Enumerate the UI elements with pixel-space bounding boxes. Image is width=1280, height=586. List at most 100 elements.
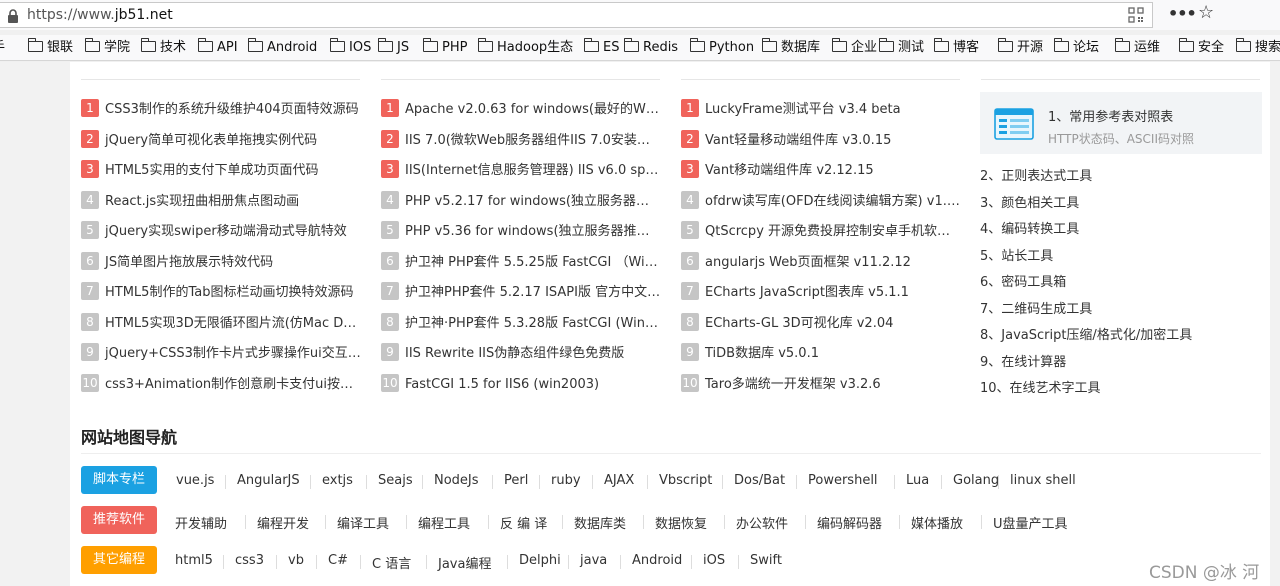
sitemap-link[interactable]: ruby: [551, 473, 581, 488]
sitemap-category-button[interactable]: 推荐软件: [81, 506, 157, 534]
tool-link[interactable]: 4、编码转换工具: [980, 218, 1079, 237]
list-item[interactable]: 10 FastCGI 1.5 for IIS6 (win2003): [381, 373, 661, 394]
tool-link[interactable]: 9、在线计算器: [980, 351, 1066, 370]
sitemap-link[interactable]: vue.js: [176, 473, 214, 488]
sitemap-link[interactable]: Swift: [750, 553, 782, 568]
sitemap-link[interactable]: Android: [632, 553, 682, 568]
sitemap-link[interactable]: NodeJs: [434, 473, 479, 488]
list-item[interactable]: 3 HTML5实用的支付下单成功页面代码: [81, 160, 361, 180]
list-item[interactable]: 2 jQuery简单可视化表单拖拽实例代码: [81, 129, 361, 150]
list-item[interactable]: 4 PHP v5.2.17 for windows(独立服务器推荐...: [381, 190, 661, 211]
sitemap-link[interactable]: 数据恢复: [655, 513, 707, 532]
tool-link[interactable]: 2、正则表达式工具: [980, 165, 1092, 184]
list-item[interactable]: 2 Vant轻量移动端组件库 v3.0.15: [681, 129, 961, 150]
sitemap-link[interactable]: Perl: [504, 473, 528, 488]
sitemap-link[interactable]: java: [580, 553, 607, 568]
tool-card-reference-tables[interactable]: 1、常用参考表对照表 HTTP状态码、ASCII码对照: [980, 92, 1262, 154]
tool-link[interactable]: 3、颜色相关工具: [980, 192, 1079, 211]
bookmark-folder[interactable]: JS: [377, 38, 409, 56]
bookmark-folder[interactable]: 企业: [831, 38, 877, 56]
list-item[interactable]: 5 QtScrcpy 开源免费投屏控制安卓手机软件 ...: [681, 221, 961, 241]
sitemap-link[interactable]: 数据库类: [574, 513, 626, 532]
list-item[interactable]: 9 TiDB数据库 v5.0.1: [681, 343, 961, 363]
bookmark-folder[interactable]: 技术: [140, 38, 186, 56]
bookmark-folder[interactable]: Python: [689, 38, 754, 56]
bookmark-folder[interactable]: 搜索: [1235, 38, 1280, 56]
sitemap-link[interactable]: 媒体播放: [911, 513, 963, 532]
sitemap-link[interactable]: extjs: [322, 473, 353, 488]
bookmark-folder[interactable]: 开源: [997, 38, 1043, 56]
sitemap-link[interactable]: Vbscript: [659, 473, 712, 488]
bookmark-folder[interactable]: 学院: [84, 38, 130, 56]
list-item[interactable]: 2 IIS 7.0(微软Web服务器组件IIS 7.0安装包)...: [381, 129, 661, 150]
sitemap-link[interactable]: Golang: [953, 473, 999, 488]
sitemap-link[interactable]: Java编程: [438, 553, 491, 572]
bookmark-folder[interactable]: Hadoop生态: [477, 38, 573, 56]
list-item[interactable]: 8 ECharts-GL 3D可视化库 v2.04: [681, 312, 961, 333]
list-item[interactable]: 1 Apache v2.0.63 for windows(最好的WEB服...: [381, 99, 661, 119]
sitemap-link[interactable]: AJAX: [604, 473, 634, 488]
list-item[interactable]: 5 jQuery实现swiper移动端滑动式导航特效: [81, 221, 361, 241]
bookmark-folder[interactable]: 博客: [933, 38, 979, 56]
list-item[interactable]: 10 css3+Animation制作创意刷卡支付ui按钮特...: [81, 373, 361, 394]
bookmark-folder[interactable]: 手: [0, 40, 5, 56]
sitemap-link[interactable]: 编码解码器: [817, 513, 882, 532]
sitemap-link[interactable]: 办公软件: [736, 513, 788, 532]
bookmark-folder[interactable]: Redis: [623, 38, 678, 56]
sitemap-link[interactable]: Lua: [906, 473, 929, 488]
list-item[interactable]: 5 PHP v5.36 for windows(独立服务器推荐使...: [381, 221, 661, 241]
list-item[interactable]: 6 护卫神 PHP套件 5.5.25版 FastCGI （Win20...: [381, 251, 661, 272]
bookmark-folder[interactable]: ES: [583, 38, 619, 56]
tool-link[interactable]: 7、二维码生成工具: [980, 298, 1092, 317]
sitemap-link[interactable]: Delphi: [519, 553, 561, 568]
bookmark-folder[interactable]: PHP: [422, 38, 467, 56]
list-item[interactable]: 4 ofdrw读写库(OFD在线阅读编辑方案) v1.8.9: [681, 190, 961, 211]
bookmark-folder[interactable]: 银联: [27, 38, 73, 56]
list-item[interactable]: 6 JS简单图片拖放展示特效代码: [81, 251, 361, 272]
sitemap-link[interactable]: linux shell: [1010, 473, 1076, 488]
list-item[interactable]: 9 IIS Rewrite IIS伪静态组件绿色免费版: [381, 343, 661, 363]
sitemap-link[interactable]: 编程开发: [257, 513, 309, 532]
sitemap-category-button[interactable]: 脚本专栏: [81, 466, 157, 494]
sitemap-link[interactable]: 开发辅助: [175, 513, 227, 532]
bookmark-folder[interactable]: IOS: [329, 38, 371, 56]
sitemap-link[interactable]: 反 编 译: [500, 513, 547, 532]
tool-link[interactable]: 5、站长工具: [980, 245, 1053, 264]
sitemap-link[interactable]: U盘量产工具: [993, 513, 1068, 532]
list-item[interactable]: 7 HTML5制作的Tab图标栏动画切换特效源码: [81, 282, 361, 302]
sitemap-link[interactable]: iOS: [703, 553, 725, 568]
sitemap-category-button[interactable]: 其它编程: [81, 546, 157, 574]
list-item[interactable]: 10 Taro多端统一开发框架 v3.2.6: [681, 373, 961, 394]
sitemap-link[interactable]: C#: [328, 553, 348, 568]
url-field[interactable]: https://www.jb51.net: [0, 2, 1153, 28]
bookmark-folder[interactable]: API: [197, 38, 238, 56]
list-item[interactable]: 8 HTML5实现3D无限循环图片流(仿Mac Dock...: [81, 312, 361, 333]
tool-link[interactable]: 6、密码工具箱: [980, 271, 1066, 290]
list-item[interactable]: 8 护卫神·PHP套件 5.3.28版 FastCGI (Win200...: [381, 312, 661, 333]
sitemap-link[interactable]: Dos/Bat: [734, 473, 785, 488]
list-item[interactable]: 1 CSS3制作的系统升级维护404页面特效源码: [81, 99, 361, 119]
bookmark-folder[interactable]: 安全: [1178, 38, 1224, 56]
list-item[interactable]: 6 angularjs Web页面框架 v11.2.12: [681, 251, 961, 272]
list-item[interactable]: 7 护卫神PHP套件 5.2.17 ISAPI版 官方中文官...: [381, 282, 661, 302]
sitemap-link[interactable]: Seajs: [378, 473, 413, 488]
more-options-icon[interactable]: •••: [1168, 4, 1197, 23]
sitemap-link[interactable]: 编译工具: [337, 513, 389, 532]
sitemap-link[interactable]: vb: [288, 553, 304, 568]
tool-link[interactable]: 10、在线艺术字工具: [980, 377, 1101, 396]
bookmark-star-icon[interactable]: ☆: [1198, 2, 1214, 23]
sitemap-link[interactable]: css3: [235, 553, 264, 568]
sitemap-link[interactable]: AngularJS: [237, 473, 300, 488]
list-item[interactable]: 3 IIS(Internet信息服务管理器) IIS v6.0 sp2(...: [381, 160, 661, 180]
sitemap-link[interactable]: Powershell: [808, 473, 878, 488]
list-item[interactable]: 9 jQuery+CSS3制作卡片式步骤操作ui交互特...: [81, 343, 361, 363]
bookmark-folder[interactable]: 测试: [878, 38, 924, 56]
bookmark-folder[interactable]: Android: [247, 38, 317, 56]
list-item[interactable]: 1 LuckyFrame测试平台 v3.4 beta: [681, 99, 961, 119]
sitemap-link[interactable]: html5: [175, 553, 213, 568]
bookmark-folder[interactable]: 运维: [1114, 38, 1160, 56]
tool-link[interactable]: 8、JavaScript压缩/格式化/加密工具: [980, 324, 1192, 343]
sitemap-link[interactable]: C 语言: [372, 553, 411, 572]
list-item[interactable]: 3 Vant移动端组件库 v2.12.15: [681, 160, 961, 180]
list-item[interactable]: 4 React.js实现扭曲相册焦点图动画: [81, 190, 361, 211]
